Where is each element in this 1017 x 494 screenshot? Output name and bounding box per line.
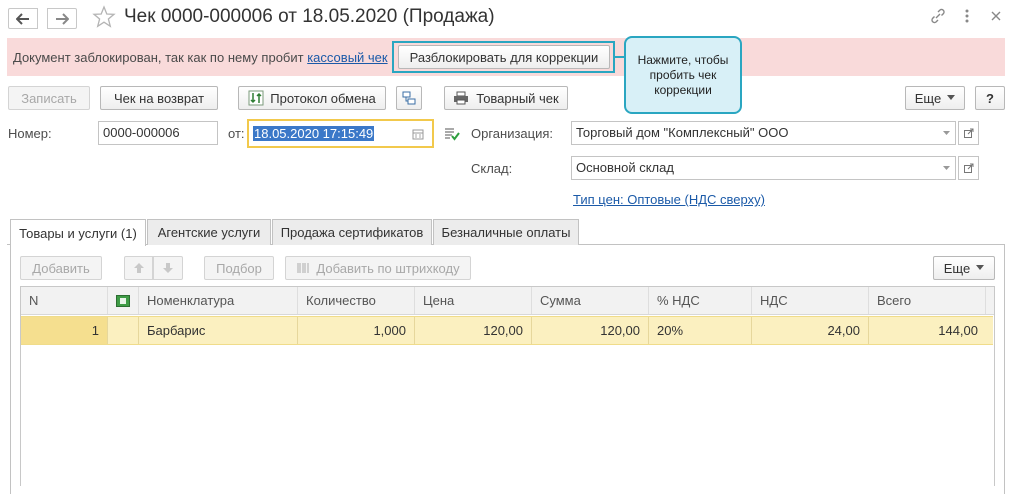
add-by-barcode-label: Добавить по штрихкоду — [316, 260, 460, 276]
arrow-right-icon — [56, 12, 69, 25]
tab-certificate-sales[interactable]: Продажа сертификатов — [272, 219, 432, 245]
number-field[interactable]: 0000-000006 — [98, 121, 218, 145]
col-icon[interactable] — [108, 287, 139, 314]
warehouse-dropdown-icon[interactable] — [937, 157, 955, 179]
printer-icon — [454, 91, 469, 105]
window-title: Чек 0000-000006 от 18.05.2020 (Продажа) — [124, 6, 495, 27]
structure-icon — [402, 91, 416, 105]
col-nomenclature[interactable]: Номенклатура — [139, 287, 298, 314]
col-vat-rate[interactable]: % НДС — [649, 287, 752, 314]
warehouse-field[interactable]: Основной склад — [571, 156, 956, 180]
col-total[interactable]: Всего — [869, 287, 986, 314]
chevron-down-icon — [976, 265, 985, 270]
organization-value: Торговый дом "Комплексный" ООО — [576, 125, 789, 140]
date-label: от: — [228, 126, 245, 141]
arrow-left-icon — [16, 12, 29, 25]
date-field[interactable]: 18.05.2020 17:15:49 — [247, 119, 434, 148]
banner-text: Документ заблокирован, так как по нему п… — [13, 50, 388, 65]
more-label: Еще — [914, 90, 942, 106]
col-price[interactable]: Цена — [415, 287, 532, 314]
price-type-link[interactable]: Тип цен: Оптовые (НДС сверху) — [573, 192, 765, 207]
barcode-icon — [297, 263, 310, 273]
cell-icon — [108, 317, 139, 344]
col-vat[interactable]: НДС — [752, 287, 869, 314]
arrow-down-icon — [163, 263, 173, 273]
add-button[interactable]: Добавить — [20, 256, 102, 280]
col-n[interactable]: N — [21, 287, 108, 314]
help-button[interactable]: ? — [975, 86, 1005, 110]
add-by-barcode-button[interactable]: Добавить по штрихкоду — [285, 256, 471, 280]
return-check-button[interactable]: Чек на возврат — [100, 86, 218, 110]
goods-check-label: Товарный чек — [476, 90, 559, 106]
arrow-up-icon — [133, 263, 144, 273]
close-icon[interactable] — [989, 9, 1003, 23]
unlock-for-correction-button[interactable]: Разблокировать для коррекции — [398, 45, 610, 69]
tab-goods-services[interactable]: Товары и услуги (1) — [10, 219, 146, 246]
cell-price: 120,00 — [415, 317, 532, 344]
structure-button[interactable] — [396, 86, 422, 110]
move-down-button[interactable] — [153, 256, 183, 280]
callout-text: Нажмите, чтобы пробить чек коррекции — [637, 52, 729, 97]
cell-nomenclature: Барбарис — [139, 317, 298, 344]
tab-cashless-payments[interactable]: Безналичные оплаты — [433, 219, 579, 245]
tab-agent-services[interactable]: Агентские услуги — [147, 219, 271, 245]
star-icon[interactable] — [92, 5, 116, 29]
warehouse-value: Основной склад — [576, 160, 674, 175]
more-button[interactable]: Еще — [905, 86, 965, 110]
exchange-log-button[interactable]: Протокол обмена — [238, 86, 386, 110]
banner-message: Документ заблокирован, так как по нему п… — [13, 50, 308, 65]
posted-status-icon — [444, 127, 460, 141]
hint-callout: Нажмите, чтобы пробить чек коррекции — [624, 36, 742, 114]
table-more-button[interactable]: Еще — [933, 256, 995, 280]
cell-sum: 120,00 — [532, 317, 649, 344]
back-button[interactable] — [8, 8, 38, 29]
save-button[interactable]: Записать — [8, 86, 90, 110]
col-quantity[interactable]: Количество — [298, 287, 415, 314]
calendar-icon[interactable] — [412, 128, 424, 140]
move-up-button[interactable] — [124, 256, 153, 280]
cell-vat-rate: 20% — [649, 317, 752, 344]
chevron-down-icon — [947, 95, 956, 100]
link-icon[interactable] — [929, 7, 947, 25]
organization-field[interactable]: Торговый дом "Комплексный" ООО — [571, 121, 956, 145]
forward-button[interactable] — [47, 8, 77, 29]
money-icon — [116, 294, 130, 307]
organization-label: Организация: — [471, 126, 554, 141]
more-vertical-icon[interactable] — [962, 7, 972, 25]
cell-vat: 24,00 — [752, 317, 869, 344]
cell-quantity: 1,000 — [298, 317, 415, 344]
cell-total: 144,00 — [938, 323, 978, 338]
warehouse-label: Склад: — [471, 161, 513, 176]
organization-dropdown-icon[interactable] — [937, 122, 955, 144]
exchange-log-label: Протокол обмена — [270, 90, 376, 106]
pick-button[interactable]: Подбор — [204, 256, 274, 280]
date-value: 18.05.2020 17:15:49 — [253, 126, 375, 141]
goods-check-button[interactable]: Товарный чек — [444, 86, 568, 110]
cash-receipt-link[interactable]: кассовый чек — [307, 50, 387, 65]
exchange-arrows-icon — [248, 90, 264, 106]
organization-open-icon[interactable] — [958, 121, 979, 145]
warehouse-open-icon[interactable] — [958, 156, 979, 180]
cell-n: 1 — [21, 317, 108, 344]
number-label: Номер: — [8, 126, 52, 141]
table-more-label: Еще — [943, 260, 971, 276]
col-sum[interactable]: Сумма — [532, 287, 649, 314]
